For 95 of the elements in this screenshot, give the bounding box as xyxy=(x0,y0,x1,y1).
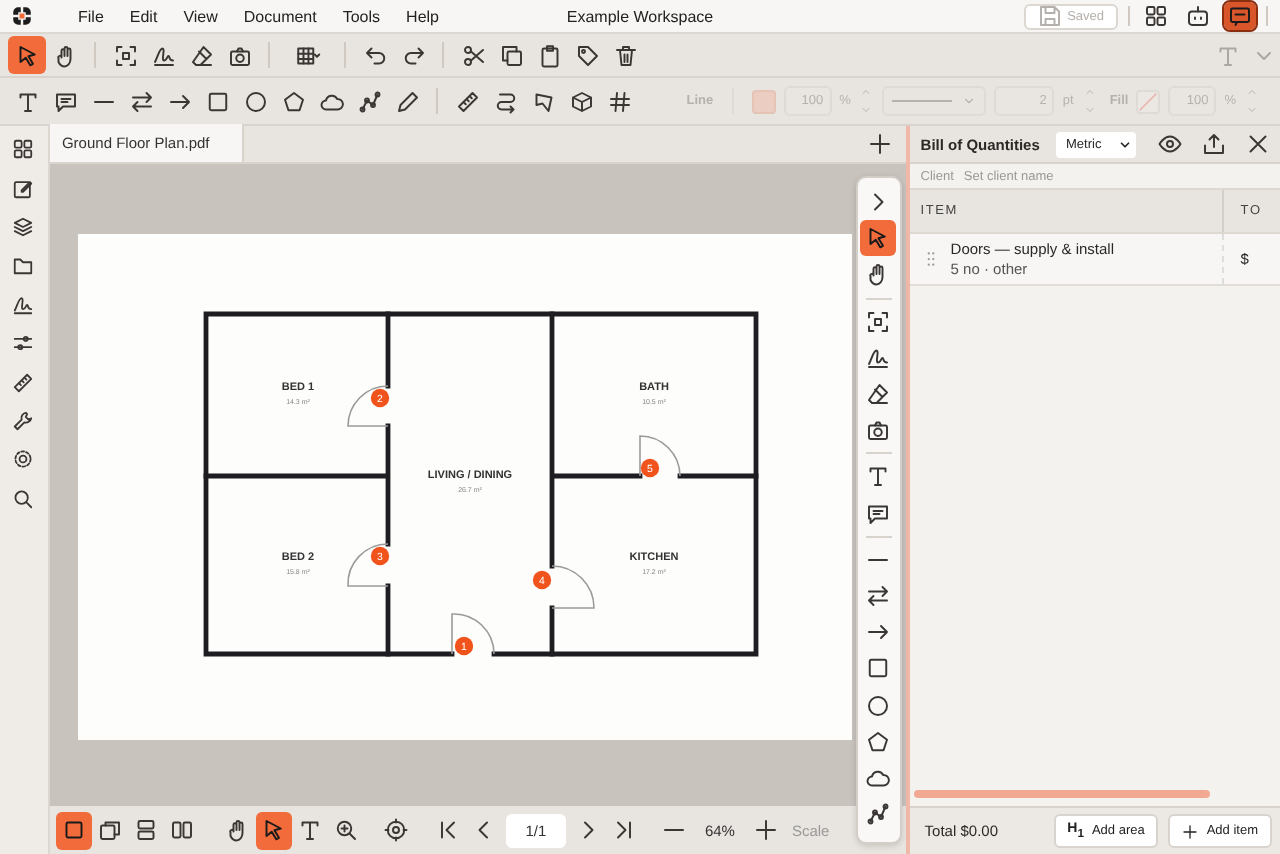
door-swing xyxy=(551,565,595,609)
circle-icon xyxy=(866,693,891,718)
eraser-icon xyxy=(866,382,891,407)
tag-icon xyxy=(575,43,599,67)
signature-icon xyxy=(151,43,175,67)
eraser-icon xyxy=(189,43,213,67)
ruler-icon xyxy=(455,89,479,113)
chevron-down-icon xyxy=(1118,137,1132,151)
sliders-icon xyxy=(12,332,35,355)
circle-icon xyxy=(243,89,267,113)
export-icon xyxy=(1201,132,1225,156)
first-page-icon xyxy=(435,818,460,842)
pentagon-icon xyxy=(281,89,305,113)
square-icon xyxy=(866,656,891,681)
robot-icon xyxy=(1186,4,1210,28)
cube-icon xyxy=(569,89,593,113)
plus-icon xyxy=(867,132,892,156)
cloud-icon xyxy=(319,89,343,113)
text-icon xyxy=(15,89,39,113)
comment-icon xyxy=(53,89,77,113)
settings-icon xyxy=(12,448,35,471)
pointer-button[interactable] xyxy=(255,811,292,849)
edit-icon xyxy=(12,177,35,200)
polyline-icon xyxy=(866,802,891,827)
pentagon-icon xyxy=(866,729,891,754)
text-icon xyxy=(297,818,322,842)
trash-icon xyxy=(613,43,637,67)
polygon-icon xyxy=(531,89,555,113)
target-icon xyxy=(383,818,408,842)
menu-item[interactable]: View xyxy=(183,7,218,25)
chat-button[interactable] xyxy=(1224,2,1256,30)
chat-icon xyxy=(1228,4,1252,28)
pointer-icon xyxy=(261,818,286,842)
grid-icon xyxy=(1144,4,1168,28)
window-title: Example Workspace xyxy=(566,7,714,25)
ruler-icon xyxy=(12,371,35,394)
scissors-icon xyxy=(461,43,485,67)
chevron-down-icon xyxy=(962,94,977,108)
arrow-icon xyxy=(167,89,191,113)
cloud-icon xyxy=(866,765,891,790)
menu-item[interactable]: Edit xyxy=(129,7,158,25)
dashed-square-icon xyxy=(113,43,137,67)
layers-icon xyxy=(12,215,35,238)
pointer-button[interactable] xyxy=(8,36,46,74)
menu-item[interactable]: Tools xyxy=(342,7,381,25)
arrow-icon xyxy=(866,620,891,645)
pointer-icon xyxy=(15,43,39,67)
hash-icon xyxy=(607,89,631,113)
plus-icon xyxy=(753,818,778,842)
folder-icon xyxy=(12,254,35,277)
grid-icon xyxy=(12,138,35,161)
pointer-button[interactable] xyxy=(860,220,897,257)
comment-icon xyxy=(866,501,891,526)
search-icon xyxy=(12,487,35,510)
menu-item[interactable]: Help xyxy=(406,7,439,25)
camera-icon xyxy=(866,418,891,443)
menu-item[interactable]: Document xyxy=(243,7,317,25)
horizontal-scrollbar[interactable] xyxy=(914,790,1211,798)
signature-icon xyxy=(866,345,891,370)
columns-icon xyxy=(169,818,194,842)
dashed-square-icon xyxy=(866,309,891,334)
door-swing xyxy=(347,543,389,587)
wrench-icon xyxy=(12,409,35,432)
text-icon xyxy=(866,464,891,489)
close-icon xyxy=(1245,132,1269,156)
camera-icon xyxy=(227,43,251,67)
door-swing xyxy=(451,613,495,655)
save-icon xyxy=(1037,4,1062,28)
signature-icon xyxy=(12,293,35,316)
polyline-icon xyxy=(357,89,381,113)
rows-icon xyxy=(133,818,158,842)
grid-button[interactable] xyxy=(1140,2,1172,30)
square-frame-button[interactable] xyxy=(55,811,92,849)
eye-icon xyxy=(1157,132,1181,156)
square-icon xyxy=(205,89,229,113)
door-swing xyxy=(347,385,389,427)
double-arrow-icon xyxy=(866,583,891,608)
robot-button[interactable] xyxy=(1182,2,1214,30)
route-icon xyxy=(493,89,517,113)
app-logo-icon xyxy=(12,6,32,26)
plus-icon xyxy=(1182,823,1199,839)
clipboard-icon xyxy=(537,43,561,67)
hand-icon xyxy=(53,43,77,67)
stacked-windows-icon xyxy=(97,818,122,842)
copy-icon xyxy=(499,43,523,67)
redo-icon xyxy=(401,43,425,67)
zoom-in-icon xyxy=(333,818,358,842)
last-page-icon xyxy=(611,818,636,842)
double-arrow-icon xyxy=(129,89,153,113)
undo-icon xyxy=(363,43,387,67)
pencil-icon xyxy=(395,89,419,113)
pointer-icon xyxy=(866,226,891,251)
square-frame-icon xyxy=(61,818,86,842)
menu-item[interactable]: File xyxy=(78,7,104,25)
door-swing xyxy=(639,435,681,477)
